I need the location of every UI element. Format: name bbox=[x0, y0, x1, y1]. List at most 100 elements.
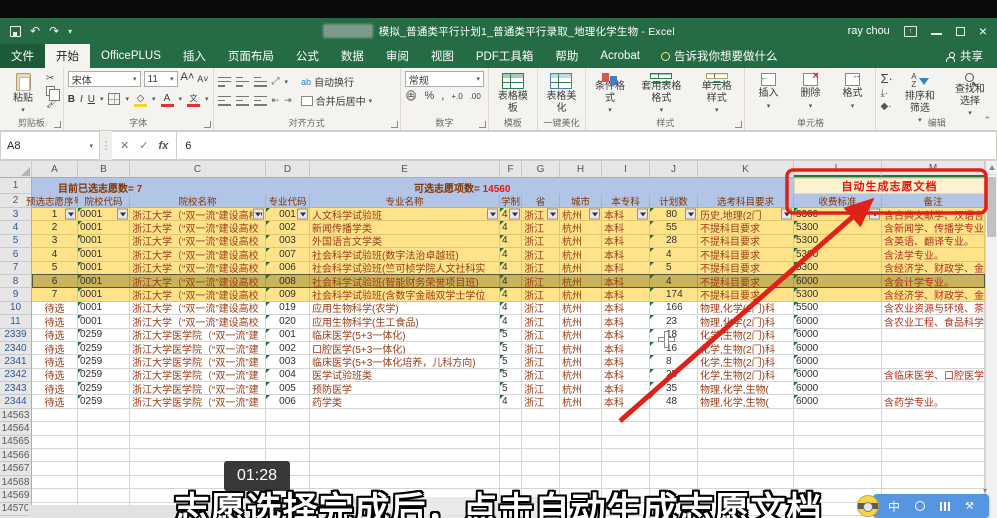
cell[interactable]: 本科 bbox=[602, 248, 650, 261]
cell[interactable] bbox=[32, 489, 78, 502]
cell[interactable] bbox=[794, 449, 882, 462]
cell[interactable]: 28 bbox=[650, 235, 698, 248]
cell[interactable] bbox=[560, 409, 602, 422]
cell[interactable] bbox=[882, 449, 985, 462]
cell[interactable] bbox=[310, 462, 500, 475]
cell[interactable]: 5500 bbox=[794, 302, 882, 315]
cell[interactable]: 化学,生物(2门)科 bbox=[698, 329, 794, 342]
row-header-2339[interactable]: 2339 bbox=[0, 329, 32, 342]
cell[interactable]: 006 bbox=[266, 395, 310, 408]
cell[interactable]: 杭州 bbox=[560, 262, 602, 275]
cell[interactable]: 杭州 bbox=[560, 275, 602, 288]
redo-icon[interactable]: ↷ bbox=[49, 24, 59, 38]
cell[interactable]: 浙江大学（“双一流”建设高校 bbox=[130, 288, 266, 301]
cell[interactable] bbox=[794, 462, 882, 475]
cell[interactable] bbox=[522, 462, 560, 475]
cell[interactable]: 6 bbox=[32, 275, 78, 288]
tab-开始[interactable]: 开始 bbox=[45, 44, 90, 68]
cell[interactable]: 5300 bbox=[794, 221, 882, 234]
row-header-2342[interactable]: 2342 bbox=[0, 369, 32, 382]
cell[interactable]: 浙江 bbox=[522, 302, 560, 315]
cell[interactable]: 35 bbox=[650, 382, 698, 395]
cell[interactable]: 007 bbox=[266, 248, 310, 261]
cell[interactable]: 5 bbox=[500, 329, 522, 342]
cell[interactable] bbox=[882, 436, 985, 449]
cell[interactable]: 临床医学(5+3一体化) bbox=[310, 329, 500, 342]
cell[interactable] bbox=[522, 422, 560, 435]
cell[interactable]: 浙江 bbox=[522, 355, 560, 368]
cell[interactable]: 6000 bbox=[794, 395, 882, 408]
find-select-button[interactable]: 查找和选择 ▾ bbox=[947, 71, 993, 116]
generate-document-button[interactable]: 自动生成志愿文档 bbox=[794, 178, 985, 194]
save-icon[interactable] bbox=[10, 26, 21, 37]
cell[interactable] bbox=[78, 462, 130, 475]
cell[interactable]: 4 bbox=[650, 248, 698, 261]
cell[interactable]: 0001 bbox=[78, 288, 130, 301]
cell[interactable] bbox=[522, 436, 560, 449]
cell[interactable] bbox=[32, 409, 78, 422]
cell[interactable]: 物理,化学(2门)科 bbox=[698, 315, 794, 328]
field-header-0[interactable]: 预选志愿序号 bbox=[32, 194, 78, 208]
align-bottom-icon[interactable] bbox=[254, 77, 267, 87]
clipboard-dialog-launcher[interactable] bbox=[54, 121, 61, 128]
cell[interactable]: 4 bbox=[500, 288, 522, 301]
confirm-entry-icon[interactable]: ✓ bbox=[139, 139, 148, 152]
cell[interactable]: 含古典文献学、汉语言文学 bbox=[882, 208, 985, 221]
tab-插入[interactable]: 插入 bbox=[172, 44, 217, 68]
cell[interactable]: 药学类 bbox=[310, 395, 500, 408]
cell[interactable] bbox=[310, 409, 500, 422]
column-header-I[interactable]: I bbox=[602, 161, 650, 177]
cell[interactable]: 6000 bbox=[794, 355, 882, 368]
cell[interactable] bbox=[78, 409, 130, 422]
cell[interactable]: 社会科学试验班(数字法治卓越班) bbox=[310, 248, 500, 261]
share-button[interactable]: 共享 bbox=[946, 44, 997, 68]
column-header-M[interactable]: M bbox=[882, 161, 985, 177]
cell[interactable]: 浙江 bbox=[522, 208, 560, 221]
cell[interactable]: 应用生物科学(农学) bbox=[310, 302, 500, 315]
cell[interactable]: 不提科目要求 bbox=[698, 262, 794, 275]
cell[interactable]: 浙江 bbox=[522, 275, 560, 288]
cell[interactable] bbox=[882, 422, 985, 435]
cell[interactable] bbox=[32, 449, 78, 462]
tab-Acrobat[interactable]: Acrobat bbox=[589, 44, 651, 68]
cell[interactable]: 杭州 bbox=[560, 302, 602, 315]
cell[interactable]: 本科 bbox=[602, 382, 650, 395]
cell[interactable]: 新闻传播学类 bbox=[310, 221, 500, 234]
cell[interactable]: 杭州 bbox=[560, 235, 602, 248]
scroll-up-icon[interactable] bbox=[986, 161, 997, 175]
column-header-K[interactable]: K bbox=[698, 161, 794, 177]
cell[interactable] bbox=[602, 422, 650, 435]
cell[interactable]: 口腔医学(5+3一体化) bbox=[310, 342, 500, 355]
cell[interactable]: 杭州 bbox=[560, 288, 602, 301]
ime-mode-icon[interactable] bbox=[915, 501, 925, 511]
orientation-icon[interactable]: ⤢ bbox=[272, 76, 280, 87]
cell[interactable]: 8 bbox=[650, 355, 698, 368]
cell[interactable]: 3 bbox=[32, 235, 78, 248]
number-format-select[interactable]: 常规▾ bbox=[405, 71, 484, 87]
cell[interactable]: 008 bbox=[266, 275, 310, 288]
cell[interactable] bbox=[560, 422, 602, 435]
cell[interactable]: 004 bbox=[266, 369, 310, 382]
cell[interactable]: 0259 bbox=[78, 395, 130, 408]
cell[interactable]: 浙江大学（“双一流”建设高校 bbox=[130, 248, 266, 261]
cell[interactable]: 本科 bbox=[602, 221, 650, 234]
field-header-2[interactable]: 院校名称 bbox=[130, 194, 266, 208]
decrease-indent-icon[interactable]: ⇤ bbox=[272, 95, 280, 106]
cell[interactable]: 待选 bbox=[32, 369, 78, 382]
cell[interactable]: 本科 bbox=[602, 288, 650, 301]
row-header-10[interactable]: 10 bbox=[0, 302, 32, 315]
cell[interactable]: 本科 bbox=[602, 235, 650, 248]
cell[interactable]: 杭州 bbox=[560, 208, 602, 221]
phonetic-icon[interactable]: 文 bbox=[187, 93, 200, 106]
cell[interactable]: 物理,化学,生物( bbox=[698, 395, 794, 408]
field-header-10[interactable]: 选考科目要求 bbox=[698, 194, 794, 208]
cell-dropdown-icon[interactable] bbox=[589, 209, 600, 220]
cell[interactable] bbox=[794, 436, 882, 449]
cell[interactable] bbox=[78, 422, 130, 435]
cell[interactable]: 浙江大学（“双一流”建设高校 bbox=[130, 221, 266, 234]
cell[interactable] bbox=[78, 489, 130, 502]
cell[interactable]: 005 bbox=[266, 382, 310, 395]
cell[interactable]: 5 bbox=[500, 342, 522, 355]
cell[interactable]: 55 bbox=[650, 221, 698, 234]
row-header-7[interactable]: 7 bbox=[0, 262, 32, 275]
